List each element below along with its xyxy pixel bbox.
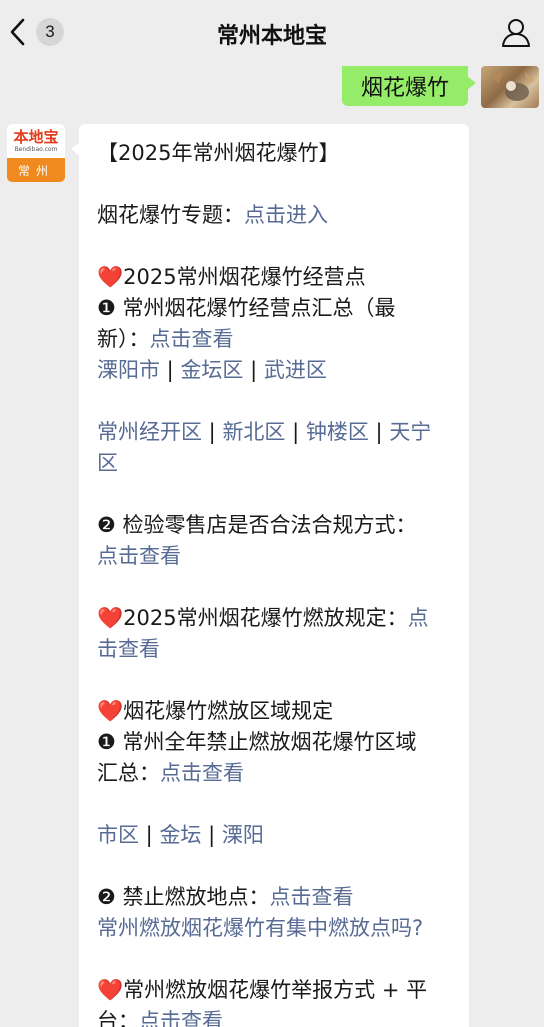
rules-link-line-2: 击查看 <box>97 634 457 665</box>
area-link-xinbei[interactable]: 新北区 <box>222 420 285 444</box>
zones-summary-line-2: 汇总：点击查看 <box>97 761 244 785</box>
heart-icon: ❤️ <box>97 265 124 289</box>
shops-areas-row-3: 区 <box>97 448 457 479</box>
section-rules-heading: ❤️2025常州烟花爆竹燃放规定：点 <box>97 606 429 630</box>
user-message-text: 烟花爆竹 <box>360 76 449 101</box>
area-link-wujin-district[interactable]: 武进区 <box>264 358 327 382</box>
shops-summary-line: ❶ 常州烟花爆竹经营点汇总（最 <box>97 296 396 320</box>
verify-shop-link[interactable]: 点击查看 <box>97 544 181 568</box>
banned-places-link[interactable]: 点击查看 <box>270 885 354 909</box>
rules-link[interactable]: 点 <box>408 606 429 630</box>
banned-places-line: ❷ 禁止燃放地点：点击查看 <box>97 885 354 909</box>
profile-button[interactable] <box>500 16 532 48</box>
zones-areas-row: 市区 | 金坛 | 溧阳 <box>97 823 264 847</box>
area-link-liyang-city[interactable]: 溧阳市 <box>97 358 160 382</box>
report-line-2: 台：点击查看 <box>97 1006 457 1027</box>
zones-summary-link[interactable]: 点击查看 <box>160 761 244 785</box>
bendibao-logo: 本地宝 Bendibao.com <box>13 129 59 153</box>
avatar-image <box>491 72 535 101</box>
topic-line: 烟花爆竹专题：点击进入 <box>97 203 328 227</box>
heart-icon: ❤️ <box>97 606 124 630</box>
verify-shop-line: ❷ 检验零售店是否合法合规方式： <box>97 513 417 537</box>
shops-summary-line-2: 新）：点击查看 <box>97 327 234 351</box>
concentrated-site-link[interactable]: 常州燃放烟花爆竹有集中燃放点吗? <box>97 916 423 940</box>
question-line: 常州燃放烟花爆竹有集中燃放点吗? <box>97 913 457 944</box>
report-link[interactable]: 点击查看 <box>139 1009 223 1027</box>
section-zones-heading: ❤️烟花爆竹燃放区域规定 <box>97 699 334 723</box>
heart-icon: ❤️ <box>97 978 124 1002</box>
rules-link-tail[interactable]: 击查看 <box>97 637 160 661</box>
area-link-zhonglou[interactable]: 钟楼区 <box>306 420 369 444</box>
shops-summary-link[interactable]: 点击查看 <box>150 327 234 351</box>
zones-summary-line: ❶ 常州全年禁止燃放烟花爆竹区域 <box>97 730 417 754</box>
area-link-tianning-tail[interactable]: 区 <box>97 451 118 475</box>
area-link-jintan[interactable]: 金坛 <box>159 823 201 847</box>
shops-areas-row-2: 常州经开区 | 新北区 | 钟楼区 | 天宁 <box>97 420 432 444</box>
area-link-jintan-district[interactable]: 金坛区 <box>180 358 243 382</box>
area-link-tianning[interactable]: 天宁 <box>389 420 431 444</box>
user-message-bubble[interactable]: 烟花爆竹 <box>342 66 476 106</box>
bot-message-bubble: 【2025年常州烟花爆竹】 烟花爆竹专题：点击进入 ❤️2025常州烟花爆竹经营… <box>71 124 469 1027</box>
area-link-urban[interactable]: 市区 <box>97 823 139 847</box>
message-title: 【2025年常州烟花爆竹】 <box>97 141 340 165</box>
chat-title: 常州本地宝 <box>216 24 327 49</box>
navbar: 3 常州本地宝 <box>0 0 544 66</box>
area-link-liyang[interactable]: 溧阳 <box>222 823 264 847</box>
section-shops-heading: ❤️2025常州烟花爆竹经营点 <box>97 265 366 289</box>
verify-shop-line-2: 点击查看 <box>97 541 457 572</box>
bot-avatar[interactable]: 本地宝 Bendibao.com 常州 <box>7 124 65 182</box>
person-icon <box>502 19 530 47</box>
shops-areas-row-1: 溧阳市 | 金坛区 | 武进区 <box>97 358 327 382</box>
area-link-jingkai[interactable]: 常州经开区 <box>97 420 202 444</box>
section-report-heading: ❤️常州燃放烟花爆竹举报方式 + 平 <box>97 978 428 1002</box>
topic-link[interactable]: 点击进入 <box>244 203 328 227</box>
user-avatar[interactable] <box>481 66 539 108</box>
city-label: 常州 <box>7 158 65 182</box>
heart-icon: ❤️ <box>97 699 124 723</box>
